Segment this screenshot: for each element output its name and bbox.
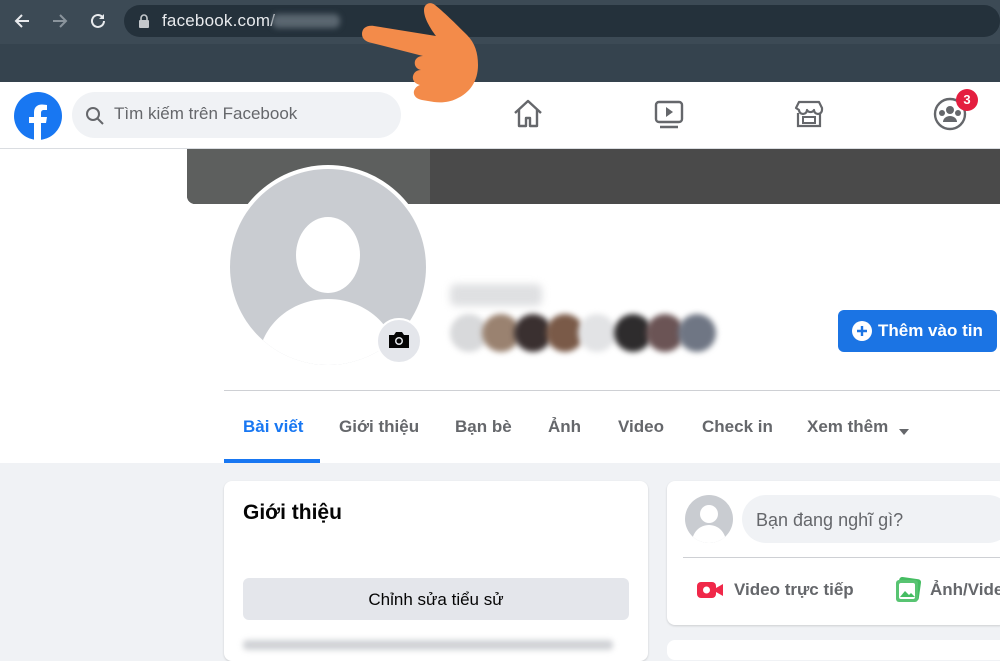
forward-icon[interactable] xyxy=(50,11,70,35)
marketplace-icon[interactable] xyxy=(791,96,827,132)
friend-avatar[interactable] xyxy=(578,314,616,352)
edit-bio-label: Chỉnh sửa tiểu sử xyxy=(368,590,504,609)
update-profile-picture-button[interactable] xyxy=(376,318,422,364)
live-video-icon[interactable] xyxy=(696,578,724,607)
tab-photos[interactable]: Ảnh xyxy=(548,417,581,437)
intro-title: Giới thiệu xyxy=(243,501,342,524)
tab-video[interactable]: Video xyxy=(618,417,664,437)
photo-video-label[interactable]: Ảnh/Vide xyxy=(930,580,1000,600)
composer-avatar[interactable] xyxy=(685,495,733,543)
active-tab-indicator xyxy=(224,459,320,463)
friends-count-blurred xyxy=(450,284,542,306)
tab-about[interactable]: Giới thiệu xyxy=(339,417,419,437)
facebook-logo[interactable] xyxy=(14,92,62,140)
profile-divider xyxy=(224,390,1000,391)
tab-more[interactable]: Xem thêm xyxy=(807,417,888,437)
groups-notification-badge: 3 xyxy=(956,89,978,111)
tab-posts[interactable]: Bài viết xyxy=(243,417,303,437)
caret-down-icon xyxy=(898,423,910,441)
tab-check-in[interactable]: Check in xyxy=(702,417,773,437)
pointing-hand-icon xyxy=(356,0,506,120)
search-placeholder: Tìm kiếm trên Facebook xyxy=(114,104,298,123)
plus-circle-icon xyxy=(852,321,872,346)
lock-icon xyxy=(138,14,150,33)
photo-video-icon[interactable] xyxy=(894,576,922,609)
back-icon[interactable] xyxy=(12,11,32,35)
composer-placeholder: Bạn đang nghĩ gì? xyxy=(756,510,904,530)
add-to-story-label: Thêm vào tin xyxy=(878,321,983,340)
reload-icon[interactable] xyxy=(88,11,108,35)
search-icon xyxy=(85,106,105,131)
tab-friends[interactable]: Bạn bè xyxy=(455,417,512,437)
composer-divider xyxy=(683,557,1000,558)
next-card-edge xyxy=(667,640,1000,660)
live-video-label[interactable]: Video trực tiếp xyxy=(734,580,854,600)
friend-avatar[interactable] xyxy=(678,314,716,352)
watch-icon[interactable] xyxy=(651,96,687,132)
intro-detail-blurred xyxy=(243,640,613,650)
home-icon[interactable] xyxy=(510,96,546,132)
url-text[interactable]: facebook.com/ xyxy=(162,11,275,31)
url-blurred-path xyxy=(272,14,340,28)
